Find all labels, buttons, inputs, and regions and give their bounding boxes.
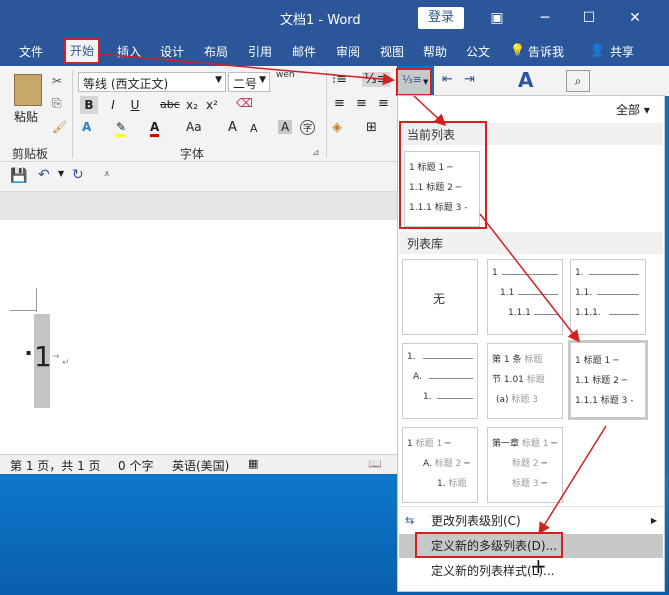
annotation-arrows: [99, 53, 607, 535]
